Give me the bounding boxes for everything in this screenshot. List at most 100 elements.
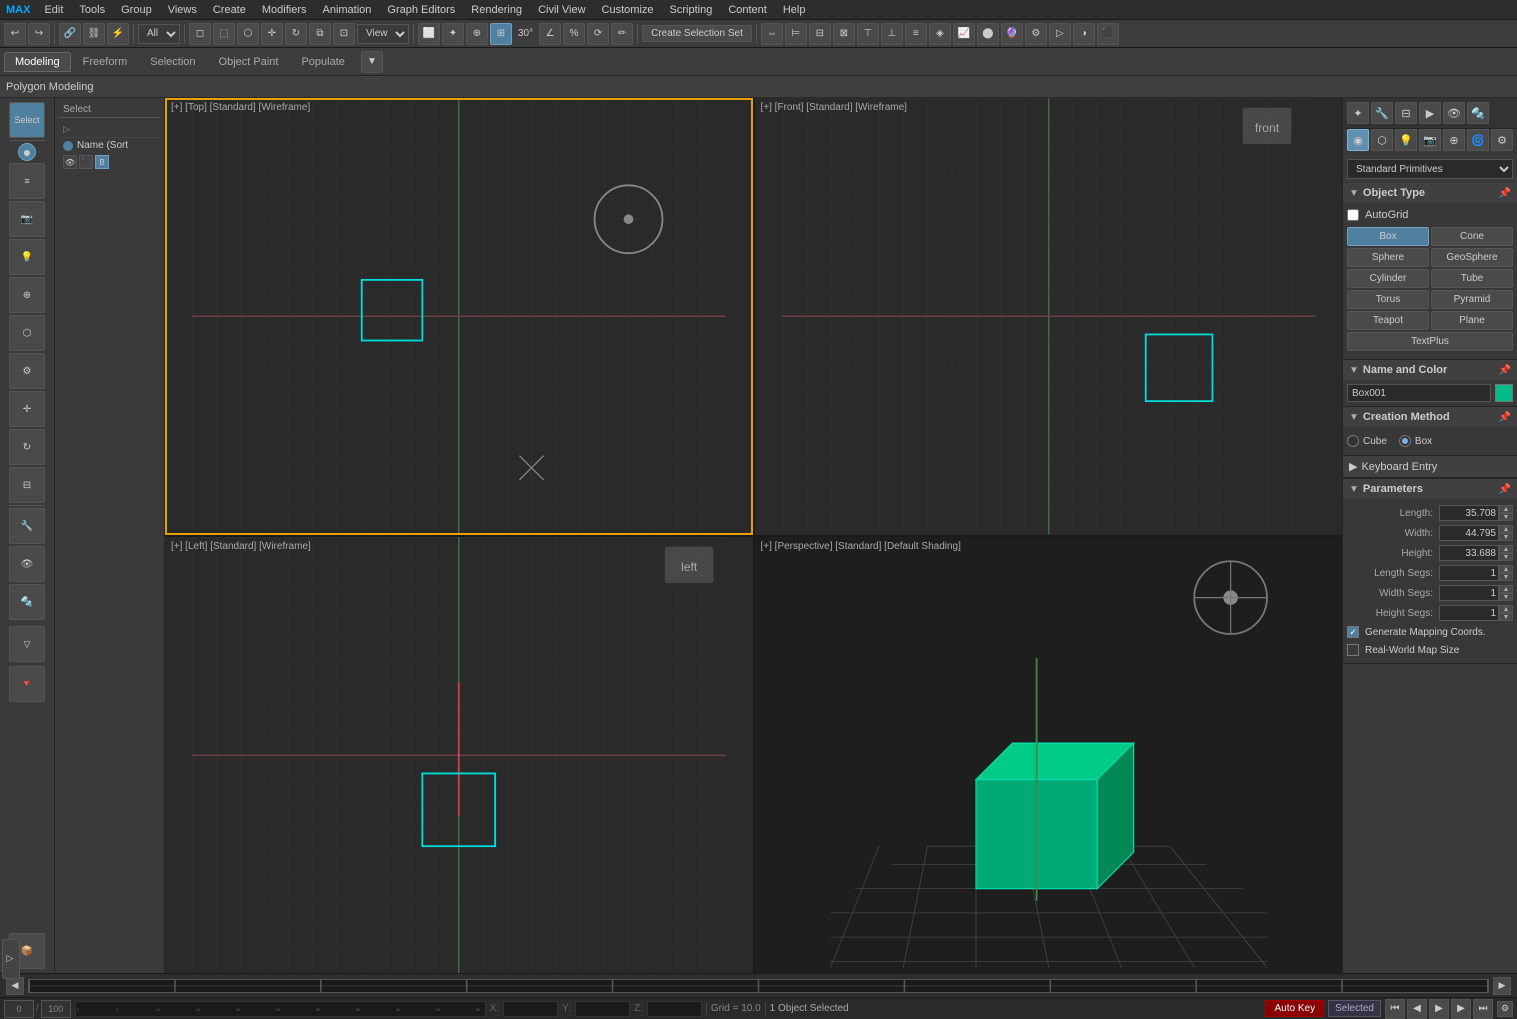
menu-graph-editors[interactable]: Graph Editors [379,2,463,18]
select-lasso-button[interactable]: ⬡ [237,23,259,45]
render-frame-button[interactable]: ⬛ [1097,23,1119,45]
menu-rendering[interactable]: Rendering [463,2,530,18]
viewport-left[interactable]: [+] [Left] [Standard] [Wireframe] left [165,537,753,974]
menu-scripting[interactable]: Scripting [662,2,721,18]
sidebar-sphere-btn[interactable]: ● [18,143,36,161]
sidebar-funnel-btn[interactable]: 🔻 [9,666,45,702]
length-spin-up[interactable]: ▲ [1499,505,1513,513]
viewport-perspective[interactable]: [+] [Perspective] [Standard] [Default Sh… [755,537,1343,974]
snap2d-button[interactable]: ⊕ [466,23,488,45]
next-key-button[interactable]: ⏭ [1473,999,1493,1019]
menu-edit[interactable]: Edit [36,2,71,18]
unlink-button[interactable]: ⛓ [83,23,105,45]
rotate-button[interactable]: ↻ [285,23,307,45]
filter-dropdown[interactable]: All [138,24,180,44]
autokey-button[interactable]: Auto Key [1265,1000,1324,1017]
height-input[interactable] [1439,545,1499,561]
ribbon-button[interactable]: ◈ [929,23,951,45]
length-spin-down[interactable]: ▼ [1499,513,1513,521]
sidebar-select-btn[interactable]: Select [9,102,45,138]
length-segs-spin-down[interactable]: ▼ [1499,573,1513,581]
menu-create[interactable]: Create [205,2,254,18]
material-editor-button[interactable]: 🔮 [1001,23,1023,45]
btn-geosphere[interactable]: GeoSphere [1431,248,1513,267]
rp-modify-icon[interactable]: 🔧 [1371,102,1393,124]
prev-frame-button[interactable]: ◀ [1407,999,1427,1019]
align-button[interactable]: ⊨ [785,23,807,45]
scene-expand-btn[interactable]: ▷ [59,122,160,138]
rp-hierarchy-icon[interactable]: ⊟ [1395,102,1417,124]
btn-tube[interactable]: Tube [1431,269,1513,288]
width-spin-down[interactable]: ▼ [1499,533,1513,541]
width-segs-spin-up[interactable]: ▲ [1499,585,1513,593]
tab-populate[interactable]: Populate [290,52,355,72]
tab-object-paint[interactable]: Object Paint [208,52,290,72]
btn-cylinder[interactable]: Cylinder [1347,269,1429,288]
menu-group[interactable]: Group [113,2,160,18]
play-button[interactable]: ▶ [1429,999,1449,1019]
spinner-snap-button[interactable]: ⟳ [587,23,609,45]
object-type-pin[interactable]: 📌 [1499,188,1511,199]
radio-cube[interactable]: Cube [1347,435,1387,447]
time-config-button[interactable]: ⚙ [1497,1001,1513,1017]
vp-top-label[interactable]: [+] [Top] [Standard] [Wireframe] [171,102,310,113]
height-segs-spin-down[interactable]: ▼ [1499,613,1513,621]
creation-method-pin[interactable]: 📌 [1499,412,1511,423]
gen-mapping-checkbox[interactable] [1347,626,1359,638]
sidebar-move-btn[interactable]: ✛ [9,391,45,427]
timeline-prev-btn[interactable]: ◀ [6,977,24,995]
tab-more-button[interactable]: ▼ [361,51,383,73]
creation-method-header[interactable]: ▼ Creation Method 📌 [1343,407,1517,427]
vp-front-label[interactable]: [+] [Front] [Standard] [Wireframe] [761,102,907,113]
z-coord-input[interactable] [647,1001,702,1017]
view-dropdown[interactable]: View [357,24,409,44]
select-scale-button[interactable]: ⊡ [333,23,355,45]
select-button[interactable]: ◻ [189,23,211,45]
name-color-pin[interactable]: 📌 [1499,365,1511,376]
sidebar-shape-btn[interactable]: ⬡ [9,315,45,351]
mirror-button[interactable]: ⇔ [761,23,783,45]
bind-button[interactable]: ⚡ [107,23,129,45]
length-segs-spin-up[interactable]: ▲ [1499,565,1513,573]
scene-header[interactable]: Select [59,102,160,118]
viewport-top[interactable]: [+] [Top] [Standard] [Wireframe] [165,98,753,535]
length-segs-input[interactable] [1439,565,1499,581]
menu-tools[interactable]: Tools [71,2,113,18]
percent-snap-button[interactable]: % [563,23,585,45]
primitives-dropdown[interactable]: Standard Primitives [1347,159,1513,179]
height-segs-input[interactable] [1439,605,1499,621]
width-segs-spin-down[interactable]: ▼ [1499,593,1513,601]
sidebar-list-btn[interactable]: ≡ [9,163,45,199]
width-spin-up[interactable]: ▲ [1499,525,1513,533]
prev-key-button[interactable]: ⏮ [1385,999,1405,1019]
height-spin-down[interactable]: ▼ [1499,553,1513,561]
btn-teapot[interactable]: Teapot [1347,311,1429,330]
rp-shape-icon[interactable]: ⬡ [1371,129,1393,151]
tab-freeform[interactable]: Freeform [72,52,139,72]
timeline-bar[interactable] [28,979,1489,993]
sidebar-modify-btn[interactable]: 🔧 [9,508,45,544]
normal-align-button[interactable]: ⊠ [833,23,855,45]
sidebar-display-btn[interactable]: 👁 [9,546,45,582]
height-segs-spin-up[interactable]: ▲ [1499,605,1513,613]
menu-modifiers[interactable]: Modifiers [254,2,315,18]
parameters-pin[interactable]: 📌 [1499,484,1511,495]
tab-modeling[interactable]: Modeling [4,52,71,72]
rp-helper-icon[interactable]: ⊕ [1443,129,1465,151]
width-input[interactable] [1439,525,1499,541]
scrubber[interactable]: 0 5 10 15 20 25 30 35 40 45 50 [75,1001,486,1017]
snap3d-button[interactable]: ⊞ [490,23,512,45]
sidebar-light-btn[interactable]: 💡 [9,239,45,275]
btn-cone[interactable]: Cone [1431,227,1513,246]
color-swatch[interactable] [1495,384,1513,402]
rp-spacewarp-icon[interactable]: 🌀 [1467,129,1489,151]
move-button[interactable]: ✛ [261,23,283,45]
real-world-checkbox[interactable] [1347,644,1359,656]
edit-named-button[interactable]: ✏ [611,23,633,45]
place-highlight-button[interactable]: ⊤ [857,23,879,45]
object-type-header[interactable]: ▼ Object Type 📌 [1343,183,1517,203]
layer-button[interactable]: ≡ [905,23,927,45]
hierarchy-button[interactable]: ⊟ [809,23,831,45]
btn-textplus[interactable]: TextPlus [1347,332,1513,351]
scale-button[interactable]: ⧉ [309,23,331,45]
